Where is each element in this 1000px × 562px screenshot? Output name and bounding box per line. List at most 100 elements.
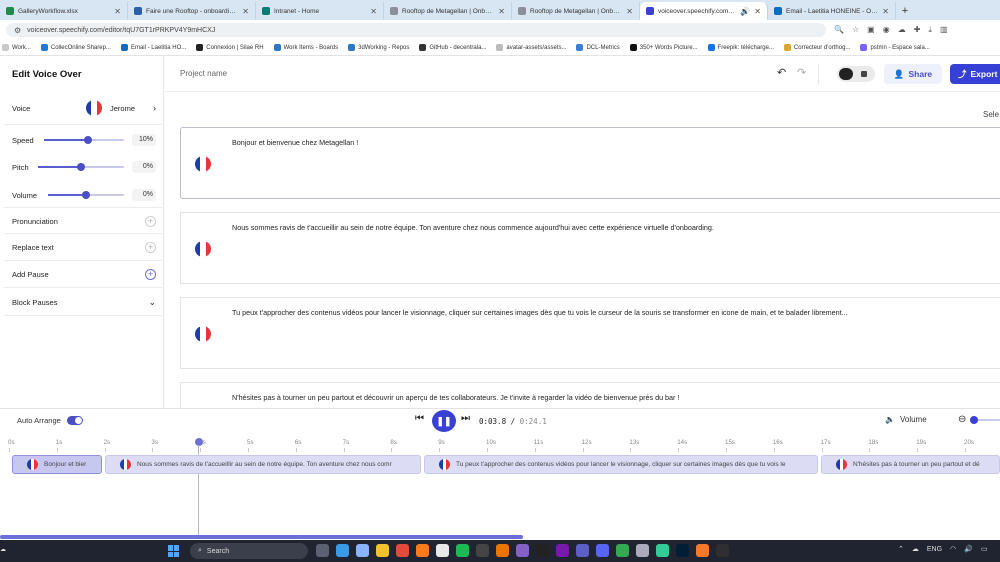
- close-tab-icon[interactable]: ✕: [626, 7, 633, 16]
- visual-studio-icon[interactable]: [516, 544, 529, 557]
- horizontal-scrollbar[interactable]: [0, 535, 523, 539]
- cloud-icon[interactable]: ☁: [912, 545, 919, 553]
- blender-icon[interactable]: [496, 544, 509, 557]
- new-tab-button[interactable]: +: [896, 2, 914, 20]
- browser-tab[interactable]: GalleryWorkflow.xlsx ✕: [0, 2, 128, 20]
- text-block[interactable]: Tu peux t'approcher des contenus vidéos …: [180, 297, 1000, 369]
- pitch-slider[interactable]: [38, 163, 124, 171]
- browser-tab[interactable]: Email - Laetitia HONEINE - Outl... ✕: [768, 2, 896, 20]
- bookmark[interactable]: Correcteur d'orthog...: [783, 44, 850, 51]
- wifi-icon[interactable]: ◠: [950, 545, 956, 553]
- browser-tab[interactable]: Rooftop de Metagellan | Onboa... ✕: [512, 2, 640, 20]
- bookmark[interactable]: 350+ Words Picture...: [629, 44, 698, 51]
- photoshop-icon[interactable]: [676, 544, 689, 557]
- timeline-clip[interactable]: Tu peux t'approcher des contenus vidéos …: [424, 455, 818, 474]
- voice-selector[interactable]: Voice Jerome ›: [12, 100, 156, 116]
- unity-icon[interactable]: [536, 544, 549, 557]
- project-name[interactable]: Project name: [180, 69, 227, 78]
- file-explorer-icon[interactable]: [376, 544, 389, 557]
- windows-start-icon[interactable]: [168, 545, 180, 557]
- url-field[interactable]: ⚙ voiceover.speechify.com/editor/tqU7GT1…: [6, 23, 826, 37]
- star-icon[interactable]: ☆: [852, 25, 859, 35]
- speed-value[interactable]: 10%: [132, 134, 156, 146]
- bookmark[interactable]: Email - Laetitia HO...: [120, 44, 186, 51]
- inkscape-icon[interactable]: [436, 544, 449, 557]
- bookmark[interactable]: DCL-Metrics: [576, 44, 620, 51]
- battery-icon[interactable]: ▭: [981, 545, 988, 553]
- block-text[interactable]: Nous sommes ravis de t'accueillir au sei…: [232, 223, 1000, 232]
- add-pause-row[interactable]: Add Pause +: [12, 269, 156, 280]
- redo-icon[interactable]: ↷: [797, 66, 806, 79]
- browser-tab[interactable]: Rooftop de Metagellan | Onboa... ✕: [384, 2, 512, 20]
- app-icon[interactable]: [636, 544, 649, 557]
- skip-next-icon[interactable]: ⏭: [461, 413, 470, 424]
- widgets-icon[interactable]: [356, 544, 369, 557]
- slider-handle[interactable]: [970, 415, 979, 424]
- france-flag-icon[interactable]: [195, 156, 211, 172]
- bookmark[interactable]: Work...: [2, 44, 31, 51]
- block-text[interactable]: Bonjour et bienvenue chez Metagellan !: [232, 138, 1000, 147]
- undo-icon[interactable]: ↶: [777, 66, 786, 79]
- blender-icon[interactable]: [696, 544, 709, 557]
- chrome-icon[interactable]: [616, 544, 629, 557]
- browser-tab[interactable]: Faire une Rooftop - onboarding... ✕: [128, 2, 256, 20]
- downloads-icon[interactable]: ⤓: [928, 25, 932, 35]
- close-tab-icon[interactable]: ✕: [242, 7, 249, 16]
- bookmark[interactable]: Freepik: télécharge...: [707, 44, 774, 51]
- app-icon[interactable]: [476, 544, 489, 557]
- block-text[interactable]: Tu peux t'approcher des contenus vidéos …: [232, 308, 1000, 317]
- france-flag-icon[interactable]: [195, 241, 211, 257]
- slider-handle[interactable]: [84, 136, 92, 144]
- teams-icon[interactable]: [576, 544, 589, 557]
- firefox-icon[interactable]: [416, 544, 429, 557]
- bookmark[interactable]: avatar-assets/assets...: [496, 44, 566, 51]
- add-pause-plus-icon[interactable]: +: [145, 269, 156, 280]
- close-tab-icon[interactable]: ✕: [498, 7, 505, 16]
- chevron-up-icon[interactable]: ⌃: [898, 545, 904, 553]
- volume-value[interactable]: 0%: [132, 189, 156, 201]
- bookmark[interactable]: 3dWorking - Repos: [348, 44, 409, 51]
- cloud-icon[interactable]: ☁: [898, 25, 906, 35]
- extension-icon[interactable]: ◉: [883, 25, 890, 35]
- pause-button[interactable]: ❚❚: [432, 410, 456, 432]
- bookmark[interactable]: CollecOnline Sharep...: [40, 44, 111, 51]
- language-indicator[interactable]: ENG: [927, 546, 942, 553]
- bookmark[interactable]: Connexion | Silae RH: [196, 44, 264, 51]
- chrome-icon[interactable]: [396, 544, 409, 557]
- discord-icon[interactable]: [596, 544, 609, 557]
- taskbar-search[interactable]: ⌕ Search: [190, 543, 308, 559]
- obs-icon[interactable]: [716, 544, 729, 557]
- task-view-icon[interactable]: [316, 544, 329, 557]
- weather-icon[interactable]: ☁︎: [0, 546, 6, 553]
- copilot-icon[interactable]: [336, 544, 349, 557]
- timeline-clip[interactable]: Nous sommes ravis de t'accueillir au sei…: [105, 455, 421, 474]
- zoom-out-icon[interactable]: ⊖: [958, 414, 966, 425]
- browser-tab[interactable]: Intranet - Home ✕: [256, 2, 384, 20]
- skip-previous-icon[interactable]: ⏮: [415, 413, 424, 424]
- close-tab-icon[interactable]: ✕: [882, 7, 889, 16]
- bookmark[interactable]: Work Items - Boards: [273, 44, 338, 51]
- site-settings-icon[interactable]: ⚙: [14, 26, 21, 35]
- auto-arrange-control[interactable]: Auto Arrange: [17, 416, 83, 425]
- sidebar-icon[interactable]: ▥: [940, 25, 948, 35]
- auto-arrange-toggle[interactable]: [66, 416, 83, 425]
- text-block[interactable]: Bonjour et bienvenue chez Metagellan !: [180, 127, 1000, 199]
- close-tab-icon[interactable]: ✕: [754, 7, 761, 16]
- bookmark[interactable]: GitHub - decentrala...: [419, 44, 486, 51]
- volume-button[interactable]: 🔈 Volume: [885, 415, 927, 424]
- pronunciation-row[interactable]: Pronunciation +: [12, 216, 156, 227]
- replace-text-row[interactable]: Replace text +: [12, 242, 156, 253]
- block-pauses-row[interactable]: Block Pauses ⌄: [12, 297, 156, 308]
- close-tab-icon[interactable]: ✕: [370, 7, 377, 16]
- app-icon[interactable]: [656, 544, 669, 557]
- timeline-clip[interactable]: N'hésites pas à tourner un peu partout e…: [821, 455, 1000, 474]
- add-replace-text-plus-icon[interactable]: +: [145, 242, 156, 253]
- speed-slider[interactable]: [44, 136, 124, 144]
- playhead-handle[interactable]: [195, 438, 203, 446]
- extensions-puzzle-icon[interactable]: ✚: [914, 25, 921, 35]
- france-flag-icon[interactable]: [195, 326, 211, 342]
- text-block[interactable]: Nous sommes ravis de t'accueillir au sei…: [180, 212, 1000, 284]
- time-ruler[interactable]: 0s1s2s3s4s5s6s7s8s9s10s11s12s13s14s15s16…: [0, 439, 1000, 455]
- share-button[interactable]: 👤 Share: [884, 64, 942, 84]
- extension-icon[interactable]: ▣: [867, 25, 875, 35]
